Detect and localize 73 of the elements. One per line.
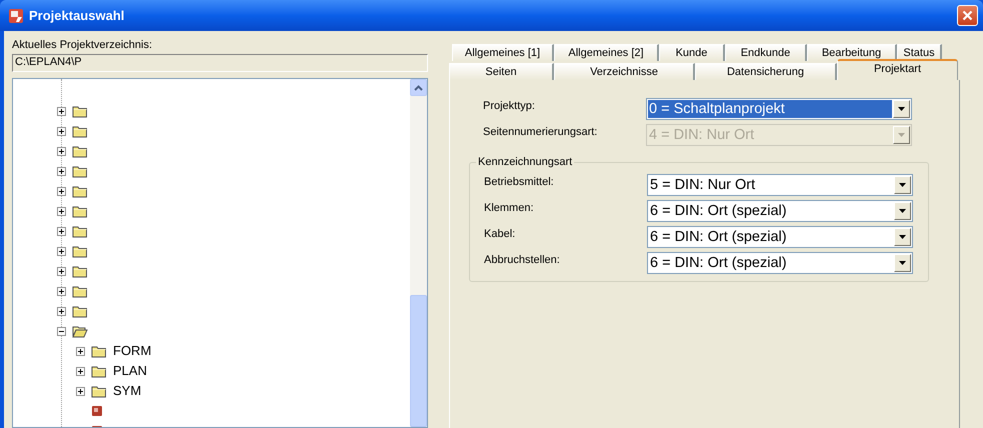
field-label: Betriebsmittel:	[484, 175, 555, 189]
group-title: Kennzeichnungsart	[476, 155, 574, 169]
directory-field: C:\EPLAN4\P	[12, 54, 428, 72]
folder-icon	[72, 204, 88, 218]
expand-icon[interactable]	[76, 386, 85, 396]
dropdown[interactable]: 6 = DIN: Ort (spezial)	[647, 200, 913, 222]
tab[interactable]: Endkunde	[725, 44, 807, 61]
dropdown-arrow-icon[interactable]	[899, 235, 906, 239]
directory-label: Aktuelles Projektverzeichnis:	[12, 39, 154, 52]
dropdown-arrow-icon[interactable]	[899, 261, 906, 265]
tab[interactable]: Projektart	[837, 59, 958, 80]
expand-icon[interactable]	[57, 166, 66, 176]
folder-icon	[72, 184, 88, 198]
field-label: Klemmen:	[484, 201, 535, 215]
app-icon	[8, 8, 24, 24]
folder-label: PLAN	[113, 363, 147, 379]
tab[interactable]: Allgemeines [2]	[554, 44, 659, 61]
close-button[interactable]	[957, 5, 978, 26]
tree-item[interactable]: SYM	[13, 381, 410, 401]
tree-item[interactable]: PLAN	[13, 361, 410, 381]
expand-icon[interactable]	[57, 266, 66, 276]
tab[interactable]: Datensicherung	[695, 63, 837, 80]
dropdown[interactable]: 5 = DIN: Nur Ort	[647, 174, 913, 196]
folder-icon	[72, 244, 88, 258]
window-title: Projektauswahl	[29, 9, 124, 22]
scroll-up-button[interactable]	[410, 79, 427, 96]
scroll-thumb[interactable]	[410, 295, 427, 427]
collapse-icon[interactable]	[57, 326, 66, 336]
folder-icon	[91, 384, 107, 398]
expand-icon[interactable]	[57, 246, 66, 256]
dropdown[interactable]: 6 = DIN: Ort (spezial)	[647, 226, 913, 248]
field-label: Kabel:	[484, 227, 516, 241]
expand-icon[interactable]	[57, 206, 66, 216]
tab[interactable]: Seiten	[449, 63, 554, 80]
folder-icon	[91, 364, 107, 378]
expand-icon[interactable]	[57, 286, 66, 296]
project-icon	[91, 405, 103, 417]
folder-icon	[72, 104, 88, 118]
folder-icon	[72, 264, 88, 278]
expand-icon[interactable]	[57, 106, 66, 116]
close-icon	[962, 10, 973, 21]
expand-icon[interactable]	[76, 366, 85, 376]
folder-icon	[91, 344, 107, 358]
tab[interactable]: Kunde	[659, 44, 725, 61]
folder-icon	[72, 324, 88, 338]
expand-icon[interactable]	[57, 186, 66, 196]
folder-icon	[72, 284, 88, 298]
tab[interactable]: Allgemeines [1]	[452, 44, 554, 61]
dropdown-arrow-icon[interactable]	[899, 209, 906, 213]
field-label: Abbruchstellen:	[484, 253, 561, 267]
tab[interactable]: Verzeichnisse	[554, 63, 695, 80]
folder-label: SYM	[113, 383, 142, 399]
tree-item[interactable]: FORM	[13, 341, 410, 361]
expand-icon[interactable]	[76, 346, 85, 356]
dropdown: 4 = DIN: Nur Ort	[646, 124, 912, 146]
expand-icon[interactable]	[57, 146, 66, 156]
tab[interactable]: Bearbeitung	[807, 44, 897, 61]
field-label: Seitennumerierungsart:	[483, 125, 598, 139]
dropdown-arrow-icon[interactable]	[898, 107, 905, 111]
expand-icon[interactable]	[57, 126, 66, 136]
dropdown-arrow-icon[interactable]	[899, 183, 906, 187]
folder-icon	[72, 304, 88, 318]
folder-icon	[72, 224, 88, 238]
folder-label: FORM	[113, 343, 152, 359]
field-label: Projekttyp:	[483, 99, 536, 113]
dropdown[interactable]: 6 = DIN: Ort (spezial)	[647, 252, 913, 274]
folder-icon	[72, 124, 88, 138]
expand-icon[interactable]	[57, 226, 66, 236]
folder-icon	[72, 164, 88, 178]
folder-icon	[72, 144, 88, 158]
dropdown[interactable]: 0 = Schaltplanprojekt	[646, 98, 912, 120]
expand-icon[interactable]	[57, 306, 66, 316]
scrollbar[interactable]	[410, 79, 427, 427]
